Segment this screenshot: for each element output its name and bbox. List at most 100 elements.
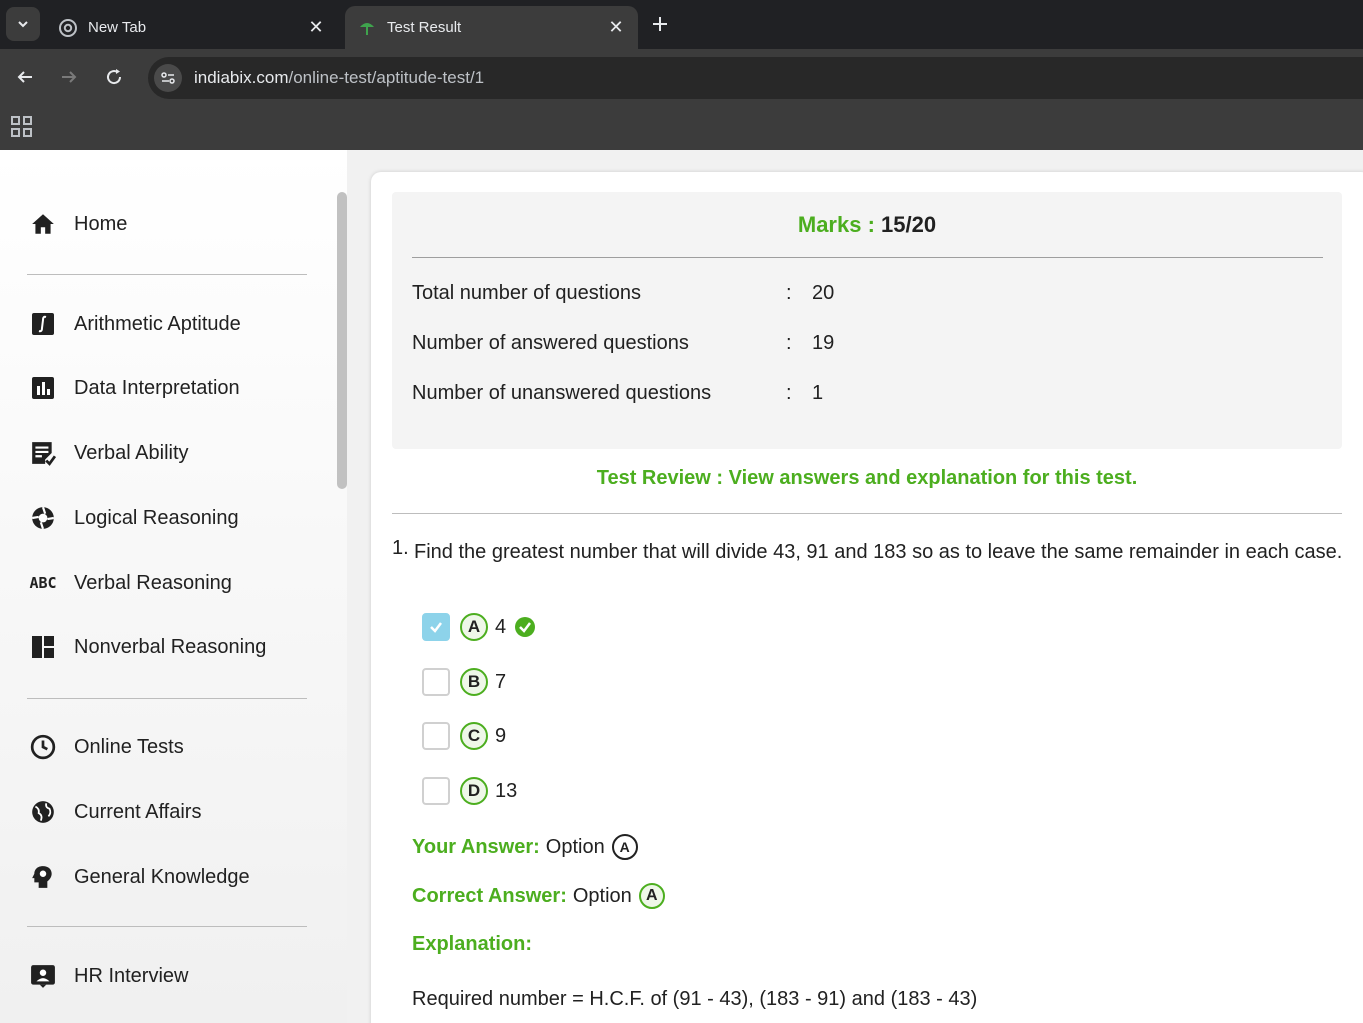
- option-checkbox[interactable]: [422, 777, 450, 805]
- sidebar-item-arithmetic-aptitude[interactable]: Arithmetic Aptitude: [28, 306, 241, 342]
- summary-row-separator: :: [786, 332, 792, 354]
- sidebar-item-current-affairs[interactable]: Current Affairs: [28, 794, 201, 830]
- your-answer: Your Answer: Option A: [412, 834, 638, 860]
- sidebar-item-label: Arithmetic Aptitude: [74, 312, 241, 335]
- bookmarks-bar: [0, 105, 1363, 150]
- clock-icon: [28, 732, 58, 762]
- browser-tab-strip: New Tab ✕ Test Result ✕: [0, 0, 1363, 49]
- option-letter: D: [460, 777, 488, 805]
- sidebar-item-logical-reasoning[interactable]: Logical Reasoning: [28, 500, 239, 536]
- sidebar-item-label: Current Affairs: [74, 800, 202, 823]
- url-path: /online-test/aptitude-test/1: [288, 68, 485, 87]
- forward-button[interactable]: [53, 61, 85, 93]
- doc-check-icon: [28, 438, 58, 468]
- option-b[interactable]: B 7: [422, 667, 506, 697]
- globe-icon: [28, 797, 58, 827]
- sidebar-item-online-tests[interactable]: Online Tests: [28, 729, 184, 765]
- sidebar-item-label: Nonverbal Reasoning: [74, 635, 267, 658]
- aperture-icon: [28, 503, 58, 533]
- your-answer-text: Option: [545, 835, 605, 858]
- tab-test-result[interactable]: Test Result ✕: [345, 6, 638, 49]
- sidebar-item-home[interactable]: Home: [28, 206, 127, 242]
- apps-grid-icon[interactable]: [10, 115, 34, 139]
- page-content: Home Arithmetic Aptitude Data Interpreta…: [0, 150, 1363, 1023]
- tab-title: Test Result: [387, 19, 462, 36]
- bulb-head-icon: [28, 862, 58, 892]
- result-card: Marks : 15/20 Total number of questions …: [371, 172, 1363, 1023]
- address-bar[interactable]: indiabix.com/online-test/aptitude-test/1: [148, 57, 1363, 99]
- sidebar-divider: [27, 926, 307, 927]
- option-letter: C: [460, 722, 488, 750]
- review-divider: [392, 513, 1342, 514]
- tab-title: New Tab: [88, 19, 147, 36]
- option-checkbox[interactable]: [422, 722, 450, 750]
- option-value: 9: [495, 724, 507, 747]
- tab-new-tab[interactable]: New Tab ✕: [46, 6, 338, 49]
- new-tab-button[interactable]: [646, 10, 674, 38]
- checkmark-icon: [430, 622, 442, 633]
- option-checkbox[interactable]: [422, 668, 450, 696]
- chevron-down-icon: [18, 21, 28, 28]
- sidebar-item-verbal-reasoning[interactable]: ABC Verbal Reasoning: [28, 565, 232, 601]
- explanation-text: Required number = H.C.F. of (91 - 43), (…: [412, 988, 978, 1010]
- sidebar-item-label: HR Interview: [74, 964, 189, 987]
- sidebar-scrollbar[interactable]: [337, 192, 347, 489]
- summary-row-label: Number of answered questions: [412, 332, 689, 354]
- back-button[interactable]: [9, 61, 41, 93]
- sidebar-item-label: Online Tests: [74, 735, 184, 758]
- marks-heading: Marks : 15/20: [392, 212, 1342, 238]
- sidebar: Home Arithmetic Aptitude Data Interpreta…: [0, 150, 347, 1023]
- summary-row-separator: :: [786, 382, 792, 404]
- option-d[interactable]: D 13: [422, 776, 517, 806]
- option-letter: B: [460, 668, 488, 696]
- summary-row-label: Number of unanswered questions: [412, 382, 712, 404]
- summary-row-separator: :: [786, 282, 792, 304]
- option-a[interactable]: A 4: [422, 612, 536, 642]
- summary-row-value: 19: [812, 332, 835, 354]
- correct-check-icon: [515, 617, 536, 637]
- summary-row-label: Total number of questions: [412, 282, 642, 304]
- sidebar-item-data-interpretation[interactable]: Data Interpretation: [28, 370, 240, 406]
- close-icon[interactable]: ✕: [602, 14, 630, 42]
- explanation-label: Explanation:: [412, 933, 533, 955]
- marks-value: 15/20: [881, 212, 937, 237]
- dashboard-icon: [28, 632, 58, 662]
- option-checkbox[interactable]: [422, 613, 450, 641]
- your-answer-label: Your Answer:: [412, 835, 540, 858]
- correct-answer-letter: A: [638, 883, 665, 909]
- integral-icon: [28, 309, 58, 339]
- sidebar-item-nonverbal-reasoning[interactable]: Nonverbal Reasoning: [28, 629, 266, 665]
- sidebar-item-label: Verbal Reasoning: [74, 571, 232, 594]
- sidebar-item-general-knowledge[interactable]: General Knowledge: [28, 859, 250, 895]
- close-icon[interactable]: ✕: [302, 14, 330, 42]
- tab-search-button[interactable]: [6, 7, 40, 41]
- arrow-right-icon: [62, 71, 77, 83]
- correct-answer: Correct Answer: Option A: [412, 883, 665, 909]
- sidebar-divider: [27, 274, 307, 275]
- plus-icon: [653, 17, 667, 31]
- option-value: 7: [495, 670, 507, 693]
- correct-answer-label: Correct Answer:: [412, 884, 567, 907]
- indiabix-logo-icon: [357, 18, 377, 38]
- option-value: 4: [495, 615, 507, 638]
- option-c[interactable]: C 9: [422, 721, 506, 751]
- question-number: 1.: [392, 537, 409, 559]
- sidebar-item-hr-interview[interactable]: HR Interview: [28, 958, 188, 994]
- marks-label: Marks :: [797, 212, 875, 237]
- test-review-link[interactable]: Test Review : View answers and explanati…: [392, 467, 1342, 490]
- sidebar-item-label: Home: [74, 212, 128, 235]
- url-host: indiabix.com: [194, 68, 289, 87]
- contact-card-icon: [28, 961, 58, 991]
- sidebar-divider: [27, 698, 307, 699]
- question-text: Find the greatest number that will divid…: [414, 541, 1343, 563]
- summary-divider: [412, 257, 1323, 258]
- your-answer-letter: A: [611, 834, 638, 860]
- url-text: indiabix.com/online-test/aptitude-test/1: [194, 68, 484, 88]
- sidebar-item-verbal-ability[interactable]: Verbal Ability: [28, 435, 189, 471]
- score-summary: Marks : 15/20 Total number of questions …: [392, 192, 1342, 449]
- site-settings-icon[interactable]: [154, 64, 182, 92]
- bar-chart-icon: [28, 373, 58, 403]
- option-letter: A: [460, 613, 488, 641]
- reload-button[interactable]: [98, 61, 130, 93]
- summary-row-value: 20: [812, 282, 835, 304]
